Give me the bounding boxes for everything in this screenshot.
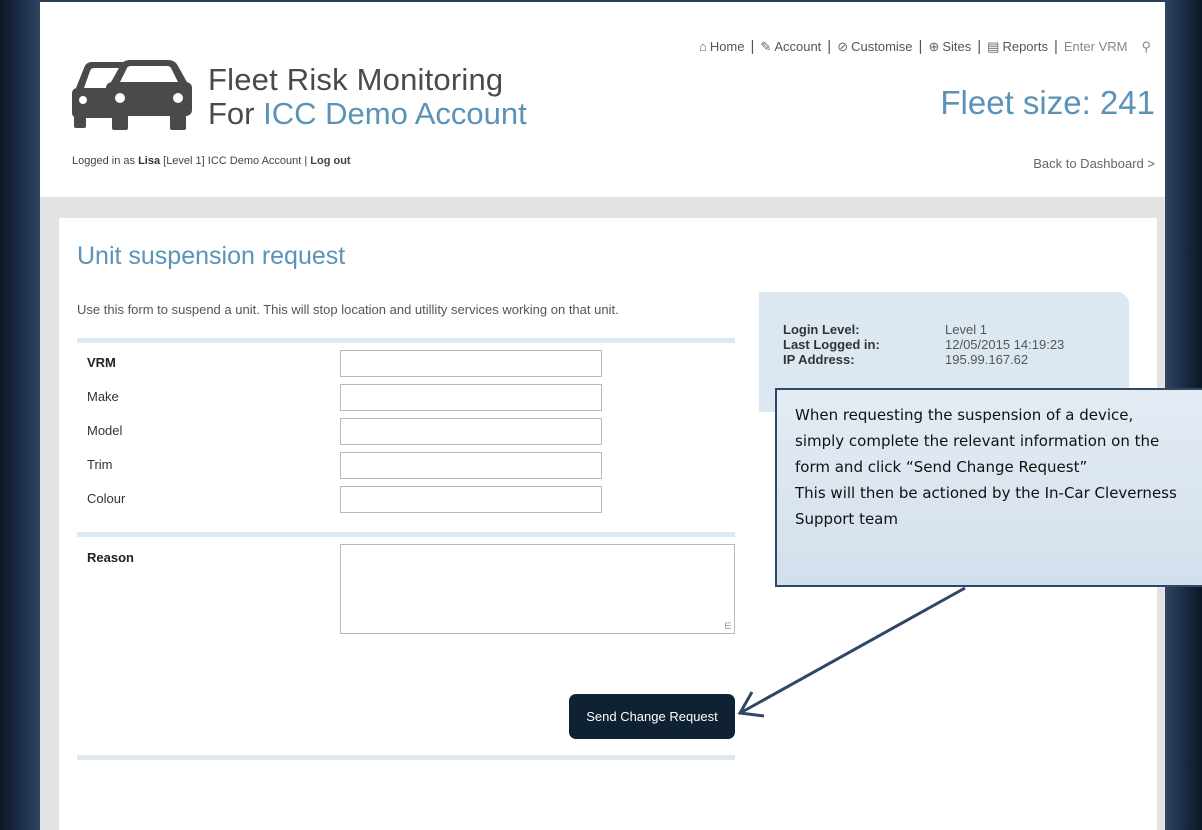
colour-label: Colour <box>87 491 126 506</box>
login-level-value: Level 1 <box>945 322 987 337</box>
edit-icon: ✎ <box>760 38 772 54</box>
top-navigation: ⌂ Home | ✎ Account | ⊘ Customise | ⊕ Sites |… <box>699 38 1151 55</box>
nav-sites[interactable]: ⊕ Sites <box>928 39 971 55</box>
login-level: [Level 1] ICC Demo Account | <box>160 155 311 167</box>
globe-icon: ⊕ <box>928 38 940 54</box>
page-title: Unit suspension request <box>77 242 346 270</box>
ip-address-row: IP Address: 195.99.167.62 <box>783 352 1028 367</box>
reason-textarea[interactable]: ⋿ <box>340 544 735 634</box>
nav-separator: | <box>977 38 982 55</box>
reports-icon: ▤ <box>987 38 1000 54</box>
customise-icon: ⊘ <box>837 38 849 54</box>
login-status: Logged in as Lisa [Level 1] ICC Demo Acc… <box>72 155 351 167</box>
nav-reports-label: Reports <box>1002 39 1048 54</box>
nav-separator: | <box>750 38 755 55</box>
ip-address-label: IP Address: <box>783 352 855 367</box>
send-change-request-button[interactable]: Send Change Request <box>569 694 735 739</box>
left-frame <box>0 0 40 830</box>
model-field[interactable] <box>340 418 602 445</box>
back-to-dashboard-link[interactable]: Back to Dashboard > <box>1033 156 1155 171</box>
login-level-row: Login Level: Level 1 <box>783 322 987 337</box>
resize-grip-icon[interactable]: ⋿ <box>724 622 732 631</box>
vrm-search-input[interactable]: Enter VRM <box>1064 39 1128 54</box>
nav-sites-label: Sites <box>942 39 972 54</box>
trim-field[interactable] <box>340 452 602 479</box>
form-intro: Use this form to suspend a unit. This wi… <box>77 302 619 317</box>
nav-home-label: Home <box>709 39 745 54</box>
nav-separator: | <box>918 38 923 55</box>
vrm-field[interactable] <box>340 350 602 377</box>
model-label: Model <box>87 423 123 438</box>
car-logo-icon <box>72 60 192 130</box>
last-logged-value: 12/05/2015 14:19:23 <box>945 337 1065 352</box>
search-icon[interactable]: ⚲ <box>1141 39 1151 55</box>
make-label: Make <box>87 389 119 404</box>
login-level-label: Login Level: <box>783 322 860 337</box>
home-icon: ⌂ <box>698 39 707 54</box>
nav-customise[interactable]: ⊘ Customise <box>837 39 912 55</box>
nav-account-label: Account <box>774 39 822 54</box>
trim-label: Trim <box>87 457 113 472</box>
brand-prefix: For <box>208 96 264 131</box>
callout-instruction: When requesting the suspension of a devi… <box>795 406 1160 476</box>
divider <box>77 532 735 537</box>
login-user: Lisa <box>138 155 161 167</box>
fleet-size: Fleet size: 241 <box>940 84 1155 121</box>
nav-reports[interactable]: ▤ Reports <box>987 39 1048 55</box>
logout-link[interactable]: Log out <box>310 155 350 167</box>
nav-separator: | <box>827 38 832 55</box>
annotation-callout: When requesting the suspension of a devi… <box>775 388 1202 587</box>
brand-title: Fleet Risk Monitoring <box>208 62 504 97</box>
make-field[interactable] <box>340 384 602 411</box>
nav-separator: | <box>1053 38 1058 55</box>
login-prefix: Logged in as <box>72 155 139 167</box>
callout-followup: This will then be actioned by the In-Car… <box>795 484 1177 528</box>
ip-address-value: 195.99.167.62 <box>945 352 1029 367</box>
brand-account-name: ICC Demo Account <box>263 96 527 131</box>
last-logged-label: Last Logged in: <box>783 337 880 352</box>
vrm-label: VRM <box>87 355 116 370</box>
nav-customise-label: Customise <box>851 39 913 54</box>
nav-home[interactable]: ⌂ Home <box>699 39 745 54</box>
divider <box>77 755 735 760</box>
nav-account[interactable]: ✎ Account <box>760 39 821 55</box>
reason-label: Reason <box>87 550 134 565</box>
last-logged-row: Last Logged in: 12/05/2015 14:19:23 <box>783 337 1064 352</box>
brand-account-line: For ICC Demo Account <box>208 96 527 132</box>
colour-field[interactable] <box>340 486 602 513</box>
divider <box>77 338 735 343</box>
